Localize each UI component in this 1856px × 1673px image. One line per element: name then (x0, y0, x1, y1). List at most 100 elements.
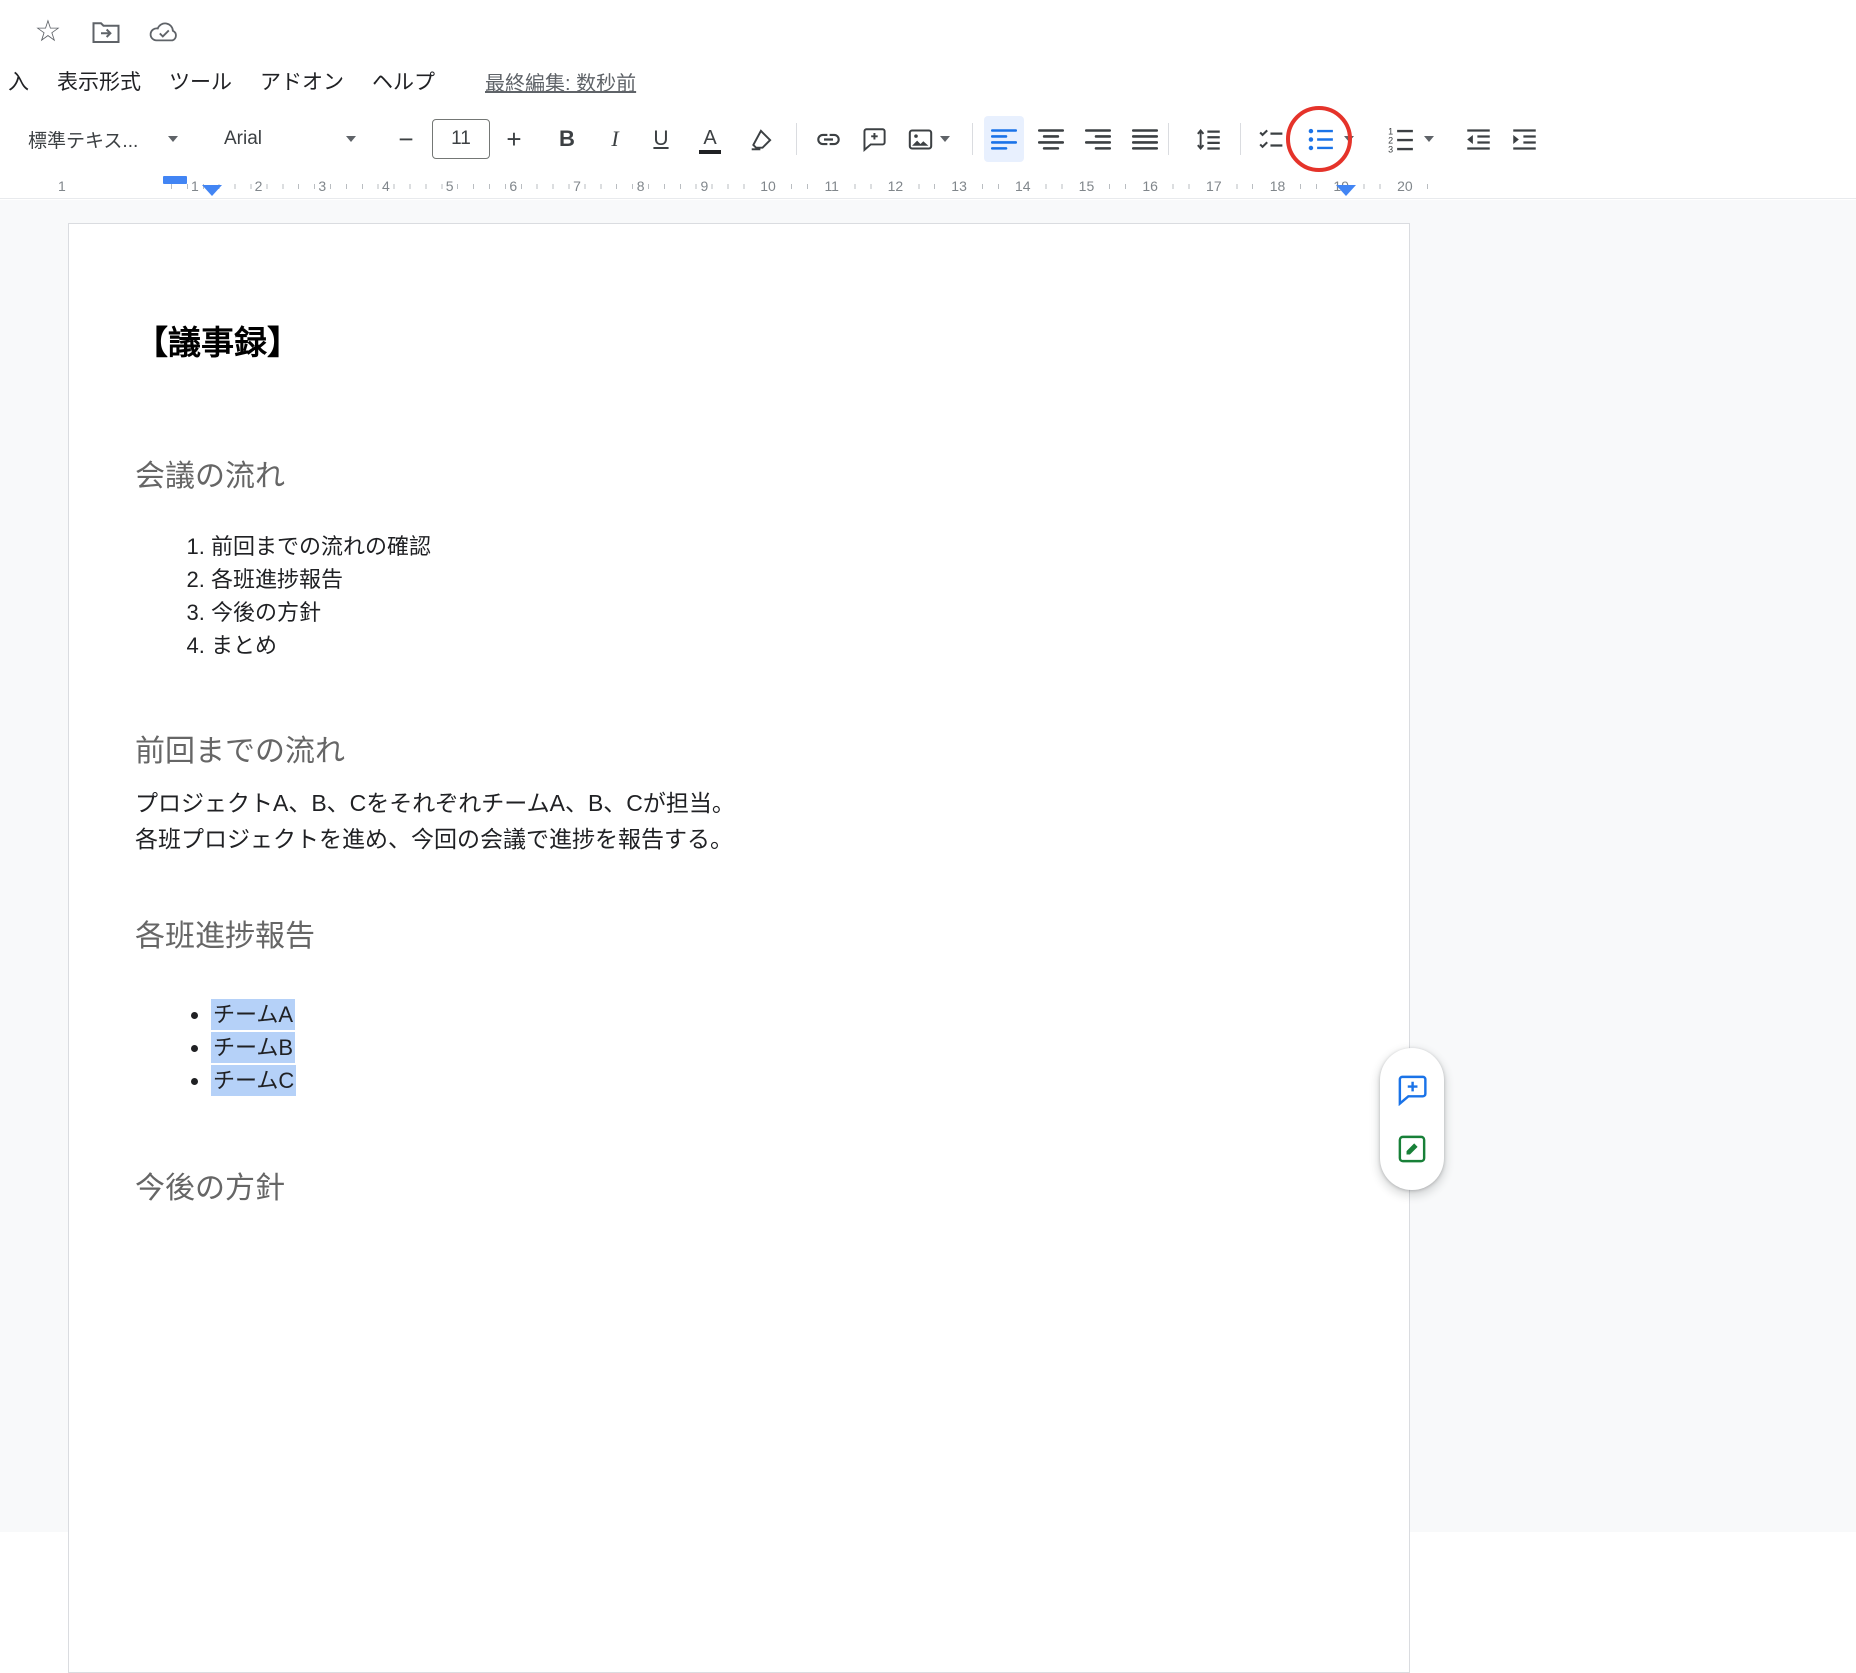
font-label: Arial (224, 128, 262, 150)
agenda-item[interactable]: 各班進捗報告 (211, 563, 1329, 596)
insert-image-button[interactable] (900, 116, 940, 162)
highlighter-button[interactable] (744, 116, 780, 162)
ruler-number: 9 (673, 174, 737, 198)
image-dropdown-chevron-icon[interactable] (940, 136, 950, 142)
doc-title[interactable]: 【議事録】 (135, 322, 1329, 365)
align-center-icon (1038, 128, 1064, 151)
suggest-edits-floating-button[interactable] (1392, 1129, 1432, 1169)
insert-image-icon (907, 126, 934, 153)
ruler-number: 17 (1182, 174, 1246, 198)
ruler: 1 1234567891011121314151617181920 (0, 174, 1856, 199)
selected-text: チームC (211, 1065, 296, 1096)
justify-icon (1132, 128, 1158, 151)
document-canvas: 【議事録】 会議の流れ 前回までの流れの確認各班進捗報告今後の方針まとめ 前回ま… (0, 200, 1856, 1532)
agenda-list: 前回までの流れの確認各班進捗報告今後の方針まとめ (135, 530, 1329, 662)
document-page[interactable]: 【議事録】 会議の流れ 前回までの流れの確認各班進捗報告今後の方針まとめ 前回ま… (68, 223, 1410, 1673)
selected-text: チームA (211, 999, 295, 1030)
heading-progress-report[interactable]: 各班進捗報告 (135, 917, 1329, 956)
underline-button[interactable]: U (644, 116, 678, 162)
paragraph-style-label: 標準テキス... (28, 126, 138, 153)
highlighter-icon (749, 126, 775, 152)
align-right-button[interactable] (1078, 116, 1118, 162)
align-left-icon (991, 128, 1017, 151)
ruler-number: 11 (800, 174, 864, 198)
insert-link-button[interactable] (810, 116, 846, 162)
justify-button[interactable] (1125, 116, 1165, 162)
star-icon[interactable]: ☆ (30, 14, 66, 50)
toolbar-separator (972, 123, 973, 155)
checklist-button[interactable] (1252, 116, 1290, 162)
text-color-button[interactable]: A (692, 116, 728, 162)
team-item[interactable]: チームB (211, 1031, 1329, 1064)
add-comment-icon (861, 126, 887, 152)
font-size-input[interactable]: 11 (432, 119, 490, 159)
chevron-down-icon (346, 136, 356, 142)
ruler-number: 2 (227, 174, 291, 198)
paragraph-style-dropdown[interactable]: 標準テキス... (18, 116, 188, 162)
menu-item[interactable]: 入 (0, 62, 43, 100)
insert-link-icon (815, 126, 842, 153)
increase-indent-button[interactable] (1504, 116, 1544, 162)
last-edit-link[interactable]: 最終編集: 数秒前 (485, 67, 636, 96)
line-spacing-button[interactable] (1188, 116, 1228, 162)
decrease-font-size-button[interactable]: − (390, 116, 422, 162)
checklist-icon (1258, 126, 1284, 152)
left-indent-marker[interactable] (202, 185, 222, 196)
menu-item[interactable]: ヘルプ (358, 62, 449, 100)
menu-item[interactable]: アドオン (246, 62, 358, 100)
numbered-list-chevron-icon[interactable] (1424, 136, 1434, 142)
add-comment-button[interactable] (856, 116, 892, 162)
team-item[interactable]: チームA (211, 998, 1329, 1031)
toolbar: 標準テキス... Arial − 11 + B I U A (0, 106, 1856, 172)
ruler-number: 4 (354, 174, 418, 198)
toolbar-separator (1168, 123, 1169, 155)
heading-meeting-flow[interactable]: 会議の流れ (135, 457, 1329, 496)
add-comment-floating-button[interactable] (1392, 1069, 1432, 1109)
numbered-list-icon: 1 2 3 (1387, 126, 1414, 153)
heading-future-policy[interactable]: 今後の方針 (135, 1169, 1329, 1208)
ruler-number: 16 (1118, 174, 1182, 198)
ruler-number: 7 (545, 174, 609, 198)
increase-font-size-button[interactable]: + (498, 116, 530, 162)
ruler-number: 5 (418, 174, 482, 198)
increase-indent-icon (1511, 126, 1538, 153)
align-left-button[interactable] (984, 116, 1024, 162)
menu-item[interactable]: ツール (155, 62, 246, 100)
menu-items: 入表示形式ツールアドオンヘルプ (0, 62, 449, 100)
decrease-indent-button[interactable] (1458, 116, 1498, 162)
right-indent-marker[interactable] (1336, 185, 1356, 196)
ruler-number: 15 (1055, 174, 1119, 198)
heading-previous-flow[interactable]: 前回までの流れ (135, 732, 1329, 771)
text-color-swatch (699, 150, 721, 154)
decrease-indent-icon (1465, 126, 1492, 153)
bold-button[interactable]: B (550, 116, 584, 162)
italic-button[interactable]: I (600, 116, 630, 162)
toolbar-separator (796, 123, 797, 155)
document-content: 【議事録】 会議の流れ 前回までの流れの確認各班進捗報告今後の方針まとめ 前回ま… (69, 224, 1409, 1208)
line-spacing-icon (1195, 126, 1222, 153)
titlebar-actions: ☆ (30, 14, 182, 50)
selected-text: チームB (211, 1032, 295, 1063)
menu-item[interactable]: 表示形式 (43, 62, 155, 100)
ruler-number: 13 (927, 174, 991, 198)
bulleted-list-button[interactable] (1300, 116, 1340, 162)
ruler-numbers: 1234567891011121314151617181920 (163, 174, 1437, 198)
team-item[interactable]: チームC (211, 1064, 1329, 1097)
agenda-item[interactable]: まとめ (211, 629, 1329, 662)
agenda-item[interactable]: 前回までの流れの確認 (211, 530, 1329, 563)
move-folder-icon[interactable] (88, 14, 124, 50)
font-dropdown[interactable]: Arial (212, 116, 368, 162)
first-line-indent-marker[interactable] (163, 176, 187, 184)
agenda-item[interactable]: 今後の方針 (211, 596, 1329, 629)
cloud-saved-icon[interactable] (146, 14, 182, 50)
paragraph-line[interactable]: 各班プロジェクトを進め、今回の会議で進捗を報告する。 (135, 821, 1329, 857)
ruler-number: 8 (609, 174, 673, 198)
numbered-list-button[interactable]: 1 2 3 (1380, 116, 1420, 162)
text-color-letter: A (703, 128, 716, 148)
align-center-button[interactable] (1031, 116, 1071, 162)
bulleted-list-chevron-icon[interactable] (1344, 136, 1354, 142)
google-docs-window: ☆ 入表示形式ツールアドオンヘルプ 最終編集: 数秒前 標準テキス... Ari… (0, 0, 1856, 1532)
ruler-number: 12 (864, 174, 928, 198)
paragraph-line[interactable]: プロジェクトA、B、CをそれぞれチームA、B、Cが担当。 (135, 785, 1329, 821)
paragraph: プロジェクトA、B、CをそれぞれチームA、B、Cが担当。各班プロジェクトを進め、… (135, 785, 1329, 857)
